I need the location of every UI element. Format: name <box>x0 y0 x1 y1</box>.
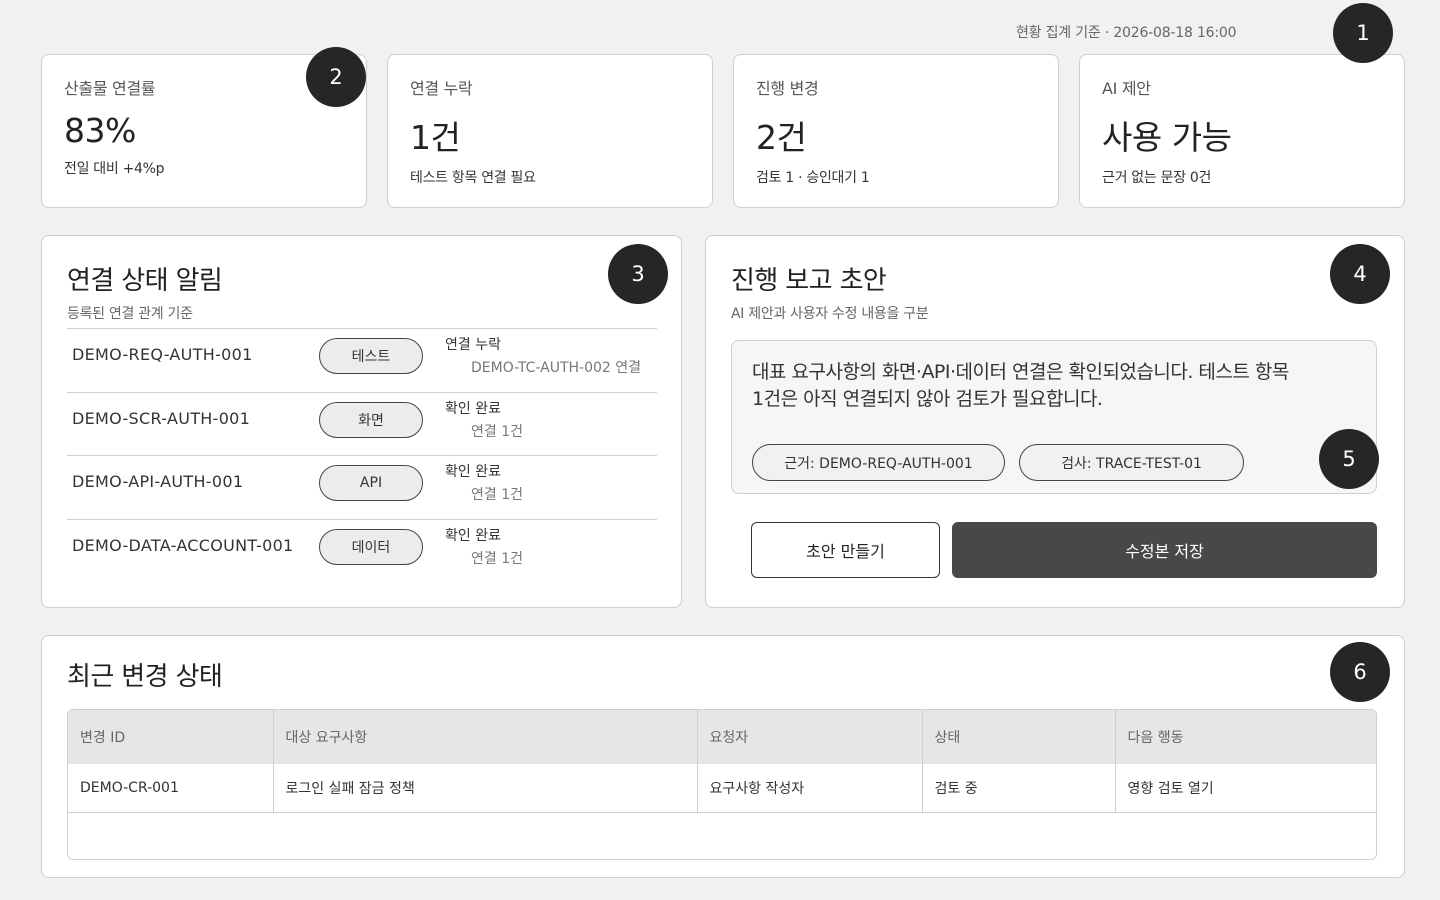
list-item[interactable]: DEMO-API-AUTH-001 API 확인 완료 연결 1건 <box>67 455 657 519</box>
kpi-value: 83% <box>64 111 136 150</box>
panel-subtitle: AI 제안과 사용자 수정 내용을 구분 <box>731 306 929 322</box>
evidence-chip-requirement[interactable]: 근거: DEMO-REQ-AUTH-001 <box>752 444 1005 481</box>
link-detail: 연결 1건 <box>471 423 523 440</box>
panel-title: 진행 보고 초안 <box>731 266 887 296</box>
cell-change-id: DEMO-CR-001 <box>68 764 274 813</box>
cell-requester: 요구사항 작성자 <box>697 764 923 813</box>
link-status: 연결 누락 <box>445 337 501 353</box>
draft-text-line: 1건은 아직 연결되지 않아 검토가 필요합니다. <box>752 388 1103 410</box>
list-item[interactable]: DEMO-REQ-AUTH-001 테스트 연결 누락 DEMO-TC-AUTH… <box>67 328 657 392</box>
cell-status: 검토 중 <box>922 764 1116 813</box>
link-id: DEMO-REQ-AUTH-001 <box>72 345 253 364</box>
link-type-chip[interactable]: 테스트 <box>319 338 423 374</box>
link-status: 확인 완료 <box>445 527 501 544</box>
recent-changes-panel: 최근 변경 상태 변경 ID 대상 요구사항 요청자 상태 다음 행동 DEMO… <box>41 635 1405 878</box>
kpi-card-missing-links: 연결 누락 1건 테스트 항목 연결 필요 <box>387 54 713 208</box>
panel-subtitle: 등록된 연결 관계 기준 <box>67 306 193 322</box>
kpi-label: 진행 변경 <box>756 79 819 98</box>
column-header-status: 상태 <box>922 710 1116 764</box>
kpi-value: 2건 <box>756 118 807 157</box>
report-draft-panel: 진행 보고 초안 AI 제안과 사용자 수정 내용을 구분 대표 요구사항의 화… <box>705 235 1405 608</box>
list-item[interactable]: DEMO-SCR-AUTH-001 화면 확인 완료 연결 1건 <box>67 391 657 456</box>
draft-text-line: 대표 요구사항의 화면·API·데이터 연결은 확인되었습니다. 테스트 항목 <box>752 361 1289 383</box>
link-type-chip[interactable]: 데이터 <box>319 528 423 565</box>
panel-title: 최근 변경 상태 <box>67 662 223 692</box>
list-item[interactable]: DEMO-DATA-ACCOUNT-001 데이터 확인 완료 연결 1건 <box>67 518 657 583</box>
marker-4: 4 <box>1330 244 1390 304</box>
panel-title: 연결 상태 알림 <box>67 266 223 296</box>
kpi-value: 사용 가능 <box>1102 118 1232 157</box>
link-status: 확인 완료 <box>445 400 501 417</box>
column-header-requester: 요청자 <box>697 710 923 764</box>
link-id: DEMO-SCR-AUTH-001 <box>72 408 251 428</box>
kpi-label: 산출물 연결률 <box>64 79 156 98</box>
create-draft-button[interactable]: 초안 만들기 <box>751 522 940 578</box>
link-type-chip[interactable]: 화면 <box>319 401 423 438</box>
kpi-card-changes: 진행 변경 2건 검토 1 · 승인대기 1 <box>733 54 1059 208</box>
column-header-change-id: 변경 ID <box>68 710 274 764</box>
link-detail: 연결 1건 <box>471 487 523 503</box>
table-row[interactable]: DEMO-CR-001 로그인 실패 잠금 정책 요구사항 작성자 검토 중 영… <box>68 764 1376 813</box>
kpi-sub: 근거 없는 문장 0건 <box>1102 170 1212 186</box>
cell-target-requirement: 로그인 실패 잠금 정책 <box>273 764 698 813</box>
kpi-sub: 테스트 항목 연결 필요 <box>410 170 536 186</box>
link-id: DEMO-API-AUTH-001 <box>72 472 244 491</box>
draft-text-box[interactable]: 대표 요구사항의 화면·API·데이터 연결은 확인되었습니다. 테스트 항목 … <box>731 340 1377 494</box>
kpi-value: 1건 <box>410 118 461 157</box>
cell-next-action[interactable]: 영향 검토 열기 <box>1115 764 1376 813</box>
kpi-label: 연결 누락 <box>410 79 473 98</box>
link-status-panel: 연결 상태 알림 등록된 연결 관계 기준 DEMO-REQ-AUTH-001 … <box>41 235 682 608</box>
evidence-chip-check[interactable]: 검사: TRACE-TEST-01 <box>1019 444 1244 481</box>
marker-5: 5 <box>1319 429 1379 489</box>
kpi-card-ai-suggestion: AI 제안 사용 가능 근거 없는 문장 0건 <box>1079 54 1405 208</box>
column-header-target-requirement: 대상 요구사항 <box>273 710 698 764</box>
link-list: DEMO-REQ-AUTH-001 테스트 연결 누락 DEMO-TC-AUTH… <box>67 328 657 582</box>
marker-6: 6 <box>1330 642 1390 702</box>
marker-1: 1 <box>1333 3 1393 63</box>
kpi-sub: 전일 대비 +4%p <box>64 161 165 177</box>
table-header-row: 변경 ID 대상 요구사항 요청자 상태 다음 행동 <box>68 710 1376 764</box>
marker-2: 2 <box>306 47 366 107</box>
link-type-chip[interactable]: API <box>319 465 423 501</box>
changes-table: 변경 ID 대상 요구사항 요청자 상태 다음 행동 DEMO-CR-001 로… <box>67 709 1377 860</box>
kpi-sub: 검토 1 · 승인대기 1 <box>756 170 870 186</box>
marker-3: 3 <box>608 244 668 304</box>
column-header-next-action: 다음 행동 <box>1115 710 1376 764</box>
link-detail: 연결 1건 <box>471 550 523 567</box>
aggregation-timestamp: 현황 집계 기준 · 2026-08-18 16:00 <box>1016 25 1237 41</box>
save-revision-button[interactable]: 수정본 저장 <box>952 522 1377 578</box>
kpi-label: AI 제안 <box>1102 79 1151 98</box>
link-status: 확인 완료 <box>445 464 501 480</box>
link-id: DEMO-DATA-ACCOUNT-001 <box>72 535 294 555</box>
link-detail: DEMO-TC-AUTH-002 연결 <box>471 360 642 376</box>
